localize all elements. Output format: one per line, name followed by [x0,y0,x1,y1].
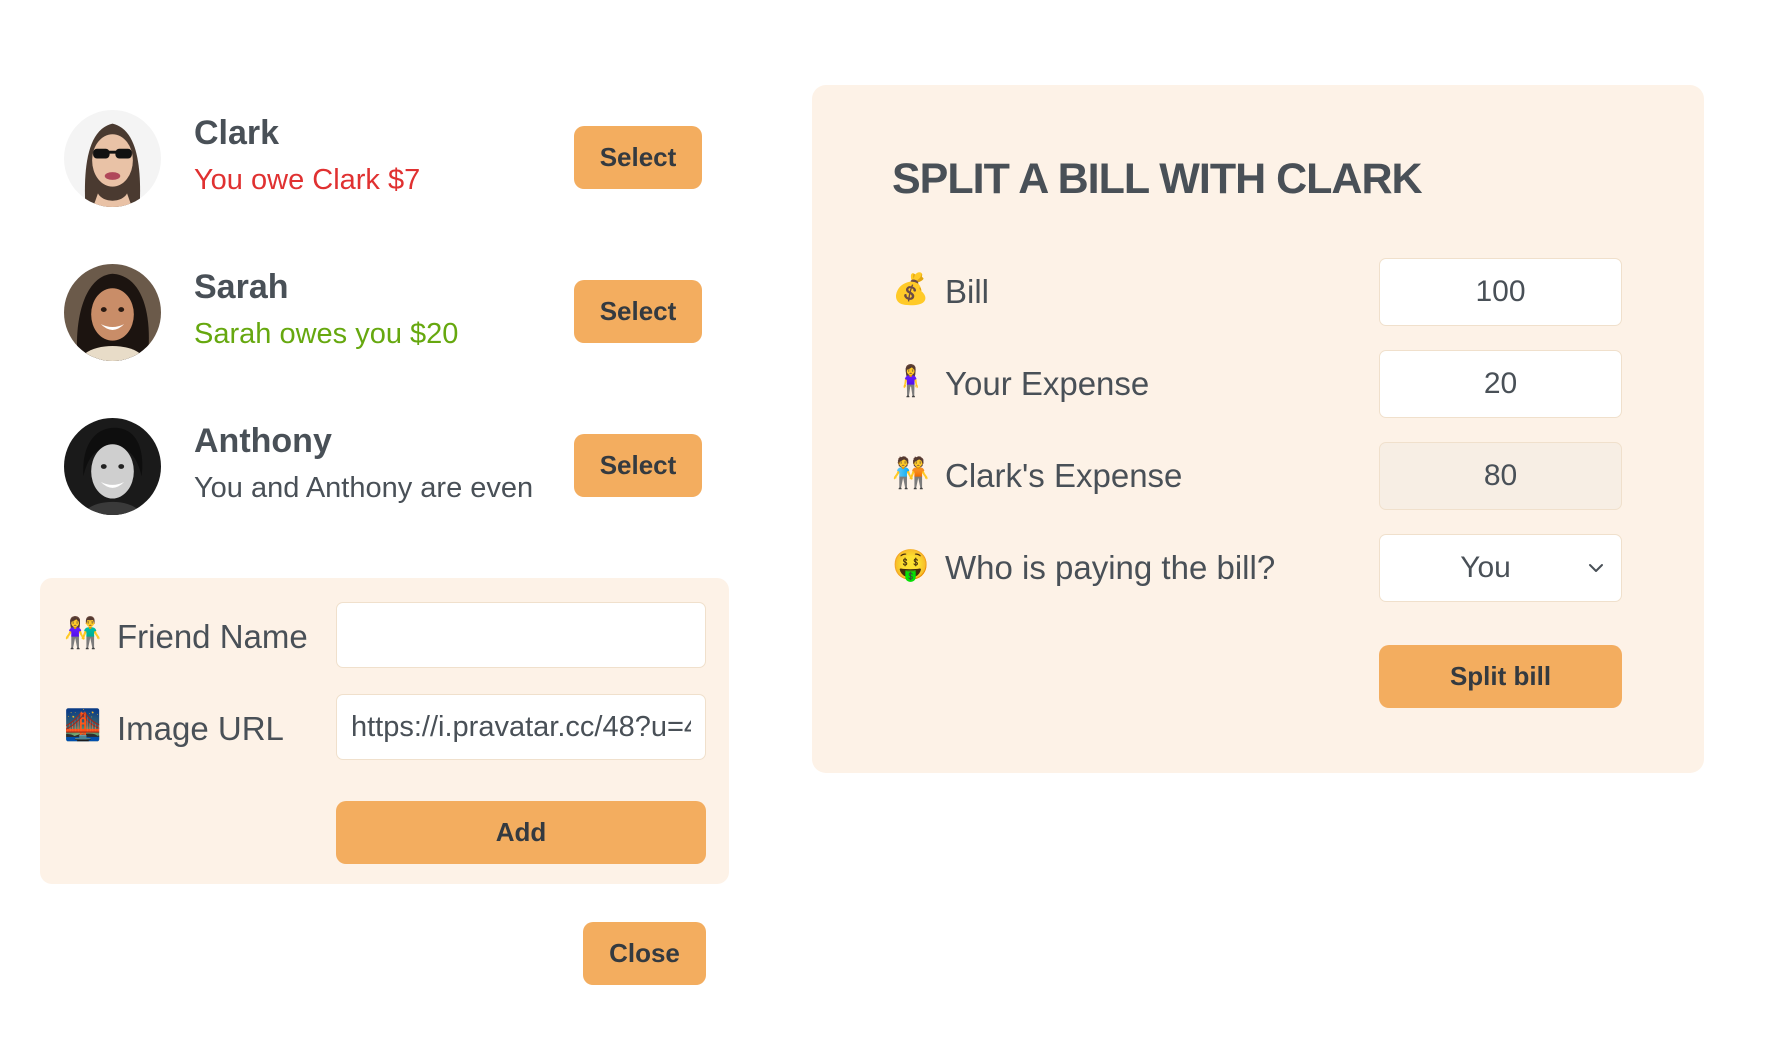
friend-name: Clark [194,114,280,152]
bill-row: 💰 Bill [812,258,1704,326]
select-friend-button[interactable]: Select [574,280,702,343]
money-bag-icon: 💰 [892,273,930,306]
friend-name-label: Friend Name [117,618,308,655]
image-url-input[interactable] [336,694,706,760]
friend-expense-label: Clark's Expense [945,457,1183,494]
add-friend-button[interactable]: Add [336,801,706,864]
friend-name-row: 👫 Friend Name [40,602,729,668]
avatar [64,110,161,207]
split-bill-form: Split a bill with Clark 💰 Bill 🧍‍♀️ Your… [812,85,1704,773]
select-friend-button[interactable]: Select [574,126,702,189]
payer-label: Who is paying the bill? [945,549,1276,586]
friend-balance: Sarah owes you $20 [194,318,459,350]
friend-name-input[interactable] [336,602,706,668]
people-holding-hands-icon: 🧑‍🤝‍🧑 [892,457,930,490]
avatar [64,264,161,361]
bridge-icon: 🌉 [64,709,102,742]
people-icon: 👫 [64,617,102,650]
chevron-down-icon [1589,564,1603,572]
friend-item-anthony: Anthony You and Anthony are even Select [64,402,707,515]
your-expense-label: Your Expense [945,365,1150,402]
payer-selected-value: You [1460,551,1511,584]
split-bill-button[interactable]: Split bill [1379,645,1622,708]
friend-expense-input [1379,442,1622,510]
add-friend-form: 👫 Friend Name 🌉 Image URL Add [40,578,729,884]
payer-select[interactable]: You [1379,534,1622,602]
close-button[interactable]: Close [583,922,706,985]
image-url-row: 🌉 Image URL [40,694,729,760]
bill-label: Bill [945,273,990,310]
select-friend-button[interactable]: Select [574,434,702,497]
bill-input[interactable] [1379,258,1622,326]
friend-item-sarah: Sarah Sarah owes you $20 Select [64,248,707,361]
standing-woman-icon: 🧍‍♀️ [892,365,930,398]
payer-row: 🤑 Who is paying the bill? You [812,534,1704,602]
friend-balance: You owe Clark $7 [194,164,421,196]
split-bill-title: Split a bill with Clark [892,155,1423,203]
friend-expense-row: 🧑‍🤝‍🧑 Clark's Expense [812,442,1704,510]
friend-name: Anthony [194,422,332,460]
friend-item-clark: Clark You owe Clark $7 Select [64,94,707,207]
avatar [64,418,161,515]
image-url-label: Image URL [117,710,284,747]
friend-balance: You and Anthony are even [194,472,534,504]
your-expense-row: 🧍‍♀️ Your Expense [812,350,1704,418]
friend-name: Sarah [194,268,289,306]
money-mouth-face-icon: 🤑 [892,549,930,582]
your-expense-input[interactable] [1379,350,1622,418]
